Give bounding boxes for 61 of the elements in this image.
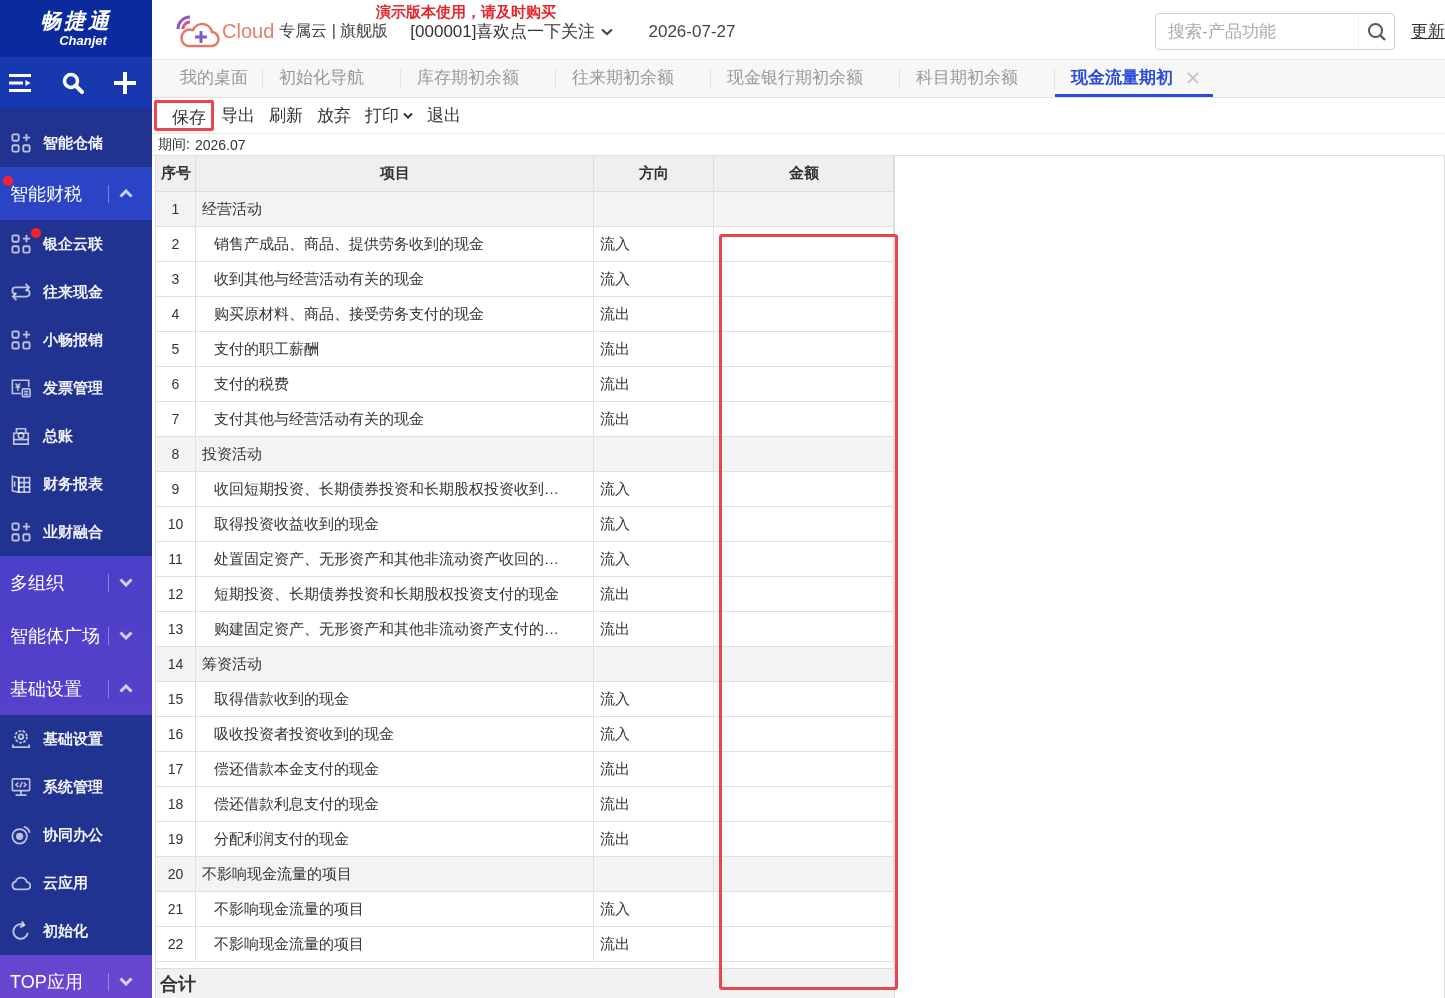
trial-notice: 演示版本使用，请及时购买 <box>376 3 556 22</box>
grid-plus-icon <box>11 234 31 254</box>
period-label: 期间: <box>158 135 190 154</box>
sidebar-item[interactable]: 小畅报销 <box>0 316 152 364</box>
sidebar-item[interactable]: 协同办公 <box>0 811 152 859</box>
toolbar-button[interactable]: 保存 <box>154 100 214 131</box>
sidebar-group-header[interactable]: 智能体广场 <box>0 609 152 662</box>
item-cell: 不影响现金流量的项目 <box>196 927 594 962</box>
grid-plus-icon <box>11 133 31 153</box>
settings-icon <box>11 729 31 749</box>
row-number-cell: 22 <box>156 927 196 962</box>
menu-icon[interactable] <box>8 72 32 93</box>
sidebar-group-header[interactable]: 智能财税 <box>0 167 152 220</box>
account-selector[interactable]: [000001]喜欢点一下关注 <box>410 20 613 43</box>
update-link[interactable]: 更新 <box>1411 20 1445 43</box>
edition-label: 专属云 | 旗舰版 <box>279 21 389 41</box>
toolbar-button[interactable]: 放弃 <box>310 100 358 131</box>
toolbar-button[interactable]: 导出 <box>214 100 262 131</box>
refresh-icon <box>11 921 31 941</box>
sidebar-item[interactable]: 业财融合 <box>0 508 152 556</box>
swap-arrows-icon <box>11 282 31 302</box>
report-book-icon <box>11 474 31 494</box>
grid-plus-icon <box>11 330 31 350</box>
ledger-box-icon <box>11 426 31 446</box>
target-signal-icon <box>11 825 31 845</box>
sidebar-item[interactable]: 财务报表 <box>0 460 152 508</box>
cloud-logo-icon <box>175 14 221 49</box>
sidebar-item[interactable]: 初始化 <box>0 907 152 955</box>
sidebar-group-header[interactable]: 多组织 <box>0 556 152 609</box>
sidebar-item[interactable]: 基础设置 <box>0 715 152 763</box>
monitor-code-icon <box>11 777 31 797</box>
notification-dot-icon <box>31 228 41 238</box>
logo-subtitle: Chanjet <box>59 33 107 48</box>
sidebar-item[interactable]: 发票管理 <box>0 364 152 412</box>
chevron-down-icon <box>600 27 613 36</box>
total-label: 合计 <box>160 972 196 996</box>
sidebar-item[interactable]: 往来现金 <box>0 268 152 316</box>
sidebar-item[interactable]: 总账 <box>0 412 152 460</box>
toolbar-button[interactable]: 退出 <box>420 100 468 131</box>
close-icon[interactable] <box>1187 71 1199 84</box>
tab[interactable]: 现金流量期初 <box>1055 60 1213 97</box>
plus-icon[interactable] <box>113 70 137 95</box>
current-date: 2026-07-27 <box>648 21 736 42</box>
search-icon[interactable] <box>1366 21 1387 42</box>
sidebar-item[interactable]: 智能仓储 <box>0 119 152 167</box>
notification-dot-icon <box>3 176 13 186</box>
grid-plus-icon <box>11 522 31 542</box>
toolbar-button[interactable]: 刷新 <box>262 100 310 131</box>
sidebar-item[interactable]: 系统管理 <box>0 763 152 811</box>
search-icon[interactable] <box>61 71 84 94</box>
period-value: 2026.07 <box>194 136 246 153</box>
brand-name: Cloud <box>222 20 275 43</box>
search-field[interactable]: 搜索-产品功能 <box>1155 13 1395 50</box>
logo-title: 畅捷通 <box>40 9 112 33</box>
caret-icon <box>403 112 413 119</box>
invoice-icon <box>11 378 31 398</box>
sidebar-group-header[interactable]: TOP应用 <box>0 955 152 998</box>
sidebar-item[interactable]: 银企云联 <box>0 220 152 268</box>
toolbar-button[interactable]: 打印 <box>358 100 420 131</box>
sidebar-group-header[interactable]: 基础设置 <box>0 662 152 715</box>
sidebar-item[interactable]: 云应用 <box>0 859 152 907</box>
